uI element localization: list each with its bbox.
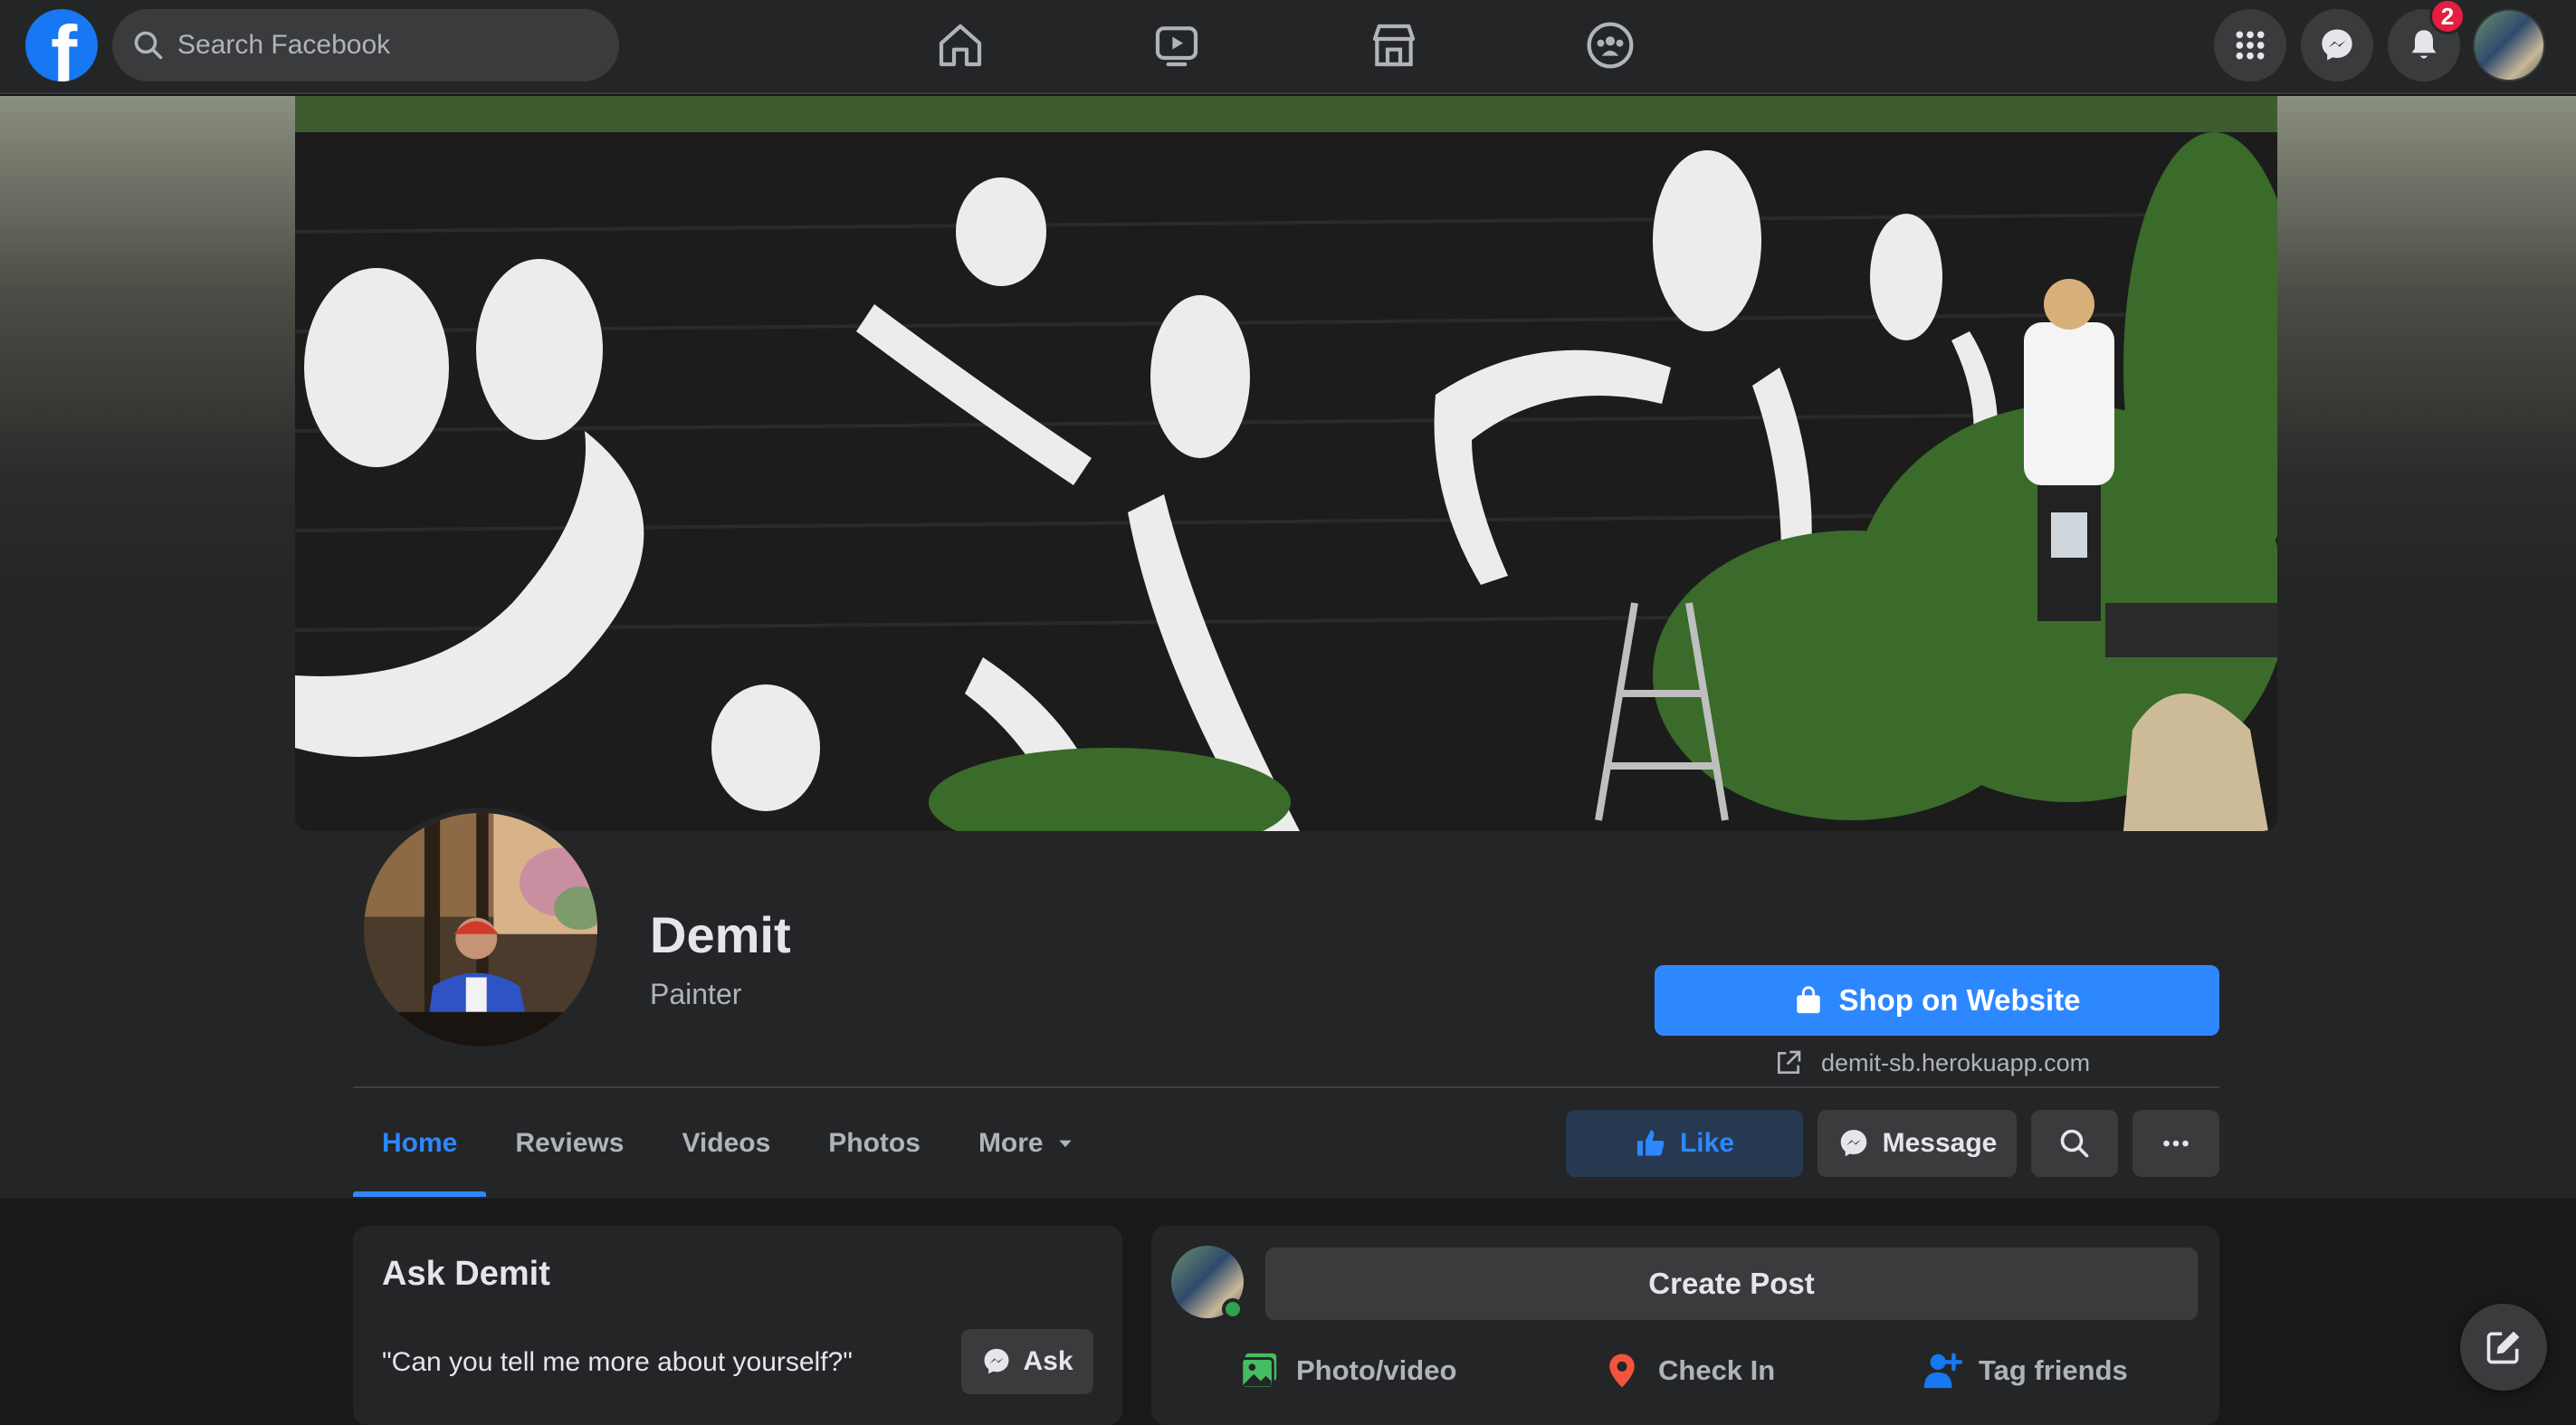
tab-label: Home: [382, 1128, 458, 1158]
account-avatar[interactable]: [2473, 9, 2545, 81]
thumbs-up-icon: [1636, 1130, 1665, 1156]
website-url: demit-sb.herokuapp.com: [1821, 1048, 2091, 1076]
tab-label: Photos: [828, 1128, 921, 1158]
like-button[interactable]: Like: [1566, 1110, 1803, 1177]
header-divider: [353, 1086, 2219, 1088]
tab-more[interactable]: More: [949, 1090, 1103, 1197]
menu-grid-icon: [2236, 31, 2265, 60]
tab-photos[interactable]: Photos: [799, 1090, 949, 1197]
notification-badge: 2: [2429, 0, 2466, 34]
search-icon: [2060, 1129, 2089, 1158]
page-category: Painter: [650, 978, 742, 1010]
tab-videos[interactable]: Videos: [653, 1090, 799, 1197]
notifications-button[interactable]: 2: [2388, 0, 2466, 81]
ask-card: Ask Demit "Can you tell me more about yo…: [353, 1226, 1122, 1425]
tag-friends-option[interactable]: Tag friends: [1921, 1344, 2128, 1398]
photo-video-option[interactable]: Photo/video: [1238, 1344, 1456, 1398]
photo-video-label: Photo/video: [1296, 1354, 1457, 1386]
notifications-icon: [2411, 30, 2437, 59]
page-title: Demit: [650, 906, 791, 963]
cover-photo[interactable]: [295, 96, 2277, 831]
shop-on-website-button[interactable]: Shop on Website: [1655, 965, 2219, 1036]
more-options-button[interactable]: [2132, 1110, 2219, 1177]
home-icon: [939, 24, 982, 67]
online-status-indicator: [1222, 1298, 1244, 1320]
profile-photo: [364, 813, 597, 1047]
profile-picture[interactable]: [358, 808, 603, 1052]
new-message-button[interactable]: [2460, 1304, 2547, 1391]
message-label: Message: [1882, 1128, 1998, 1158]
message-button[interactable]: Message: [1818, 1110, 2017, 1177]
shop-button-label: Shop on Website: [1838, 983, 2081, 1017]
caret-down-icon: [1058, 1140, 1072, 1148]
tab-label: Reviews: [515, 1128, 625, 1158]
search-bar[interactable]: [112, 9, 619, 81]
messenger-icon: [985, 1348, 1009, 1374]
marketplace-tab[interactable]: [1367, 18, 1421, 72]
tag-friends-icon: [1923, 1353, 1962, 1389]
shopping-bag-icon: [1797, 986, 1821, 1014]
groups-icon: [1587, 22, 1634, 69]
tab-label: Videos: [682, 1128, 771, 1158]
top-navigation-bar: f Search Facebook 2: [0, 0, 2576, 94]
facebook-logo-icon[interactable]: f: [25, 9, 98, 81]
website-link[interactable]: demit-sb.herokuapp.com: [1774, 1045, 2090, 1081]
external-link-icon: [1778, 1050, 1801, 1074]
search-icon: [134, 31, 163, 60]
messenger-icon: [1840, 1130, 1866, 1157]
watch-tab[interactable]: [1150, 18, 1204, 72]
check-in-option[interactable]: Check In: [1602, 1344, 1775, 1398]
tab-label: More: [978, 1128, 1044, 1158]
messenger-button[interactable]: [2301, 9, 2373, 81]
ask-card-title: Ask Demit: [382, 1255, 550, 1293]
check-in-label: Check In: [1658, 1354, 1776, 1386]
menu-button[interactable]: [2214, 9, 2286, 81]
tab-home[interactable]: Home: [353, 1090, 487, 1197]
search-input[interactable]: [177, 9, 603, 81]
groups-tab[interactable]: [1583, 18, 1637, 72]
create-post-card: Create Post Photo/video Check In Tag fri…: [1151, 1226, 2219, 1425]
watch-icon: [1155, 26, 1198, 67]
suggested-question: "Can you tell me more about yourself?": [382, 1347, 853, 1377]
tab-reviews[interactable]: Reviews: [486, 1090, 653, 1197]
tag-friends-label: Tag friends: [1979, 1354, 2128, 1386]
more-horizontal-icon: [2163, 1140, 2189, 1147]
messenger-icon: [2322, 29, 2352, 61]
mural-image: [295, 96, 2277, 831]
like-label: Like: [1679, 1128, 1735, 1158]
ask-button[interactable]: Ask: [961, 1329, 1093, 1394]
page-tabs: Home Reviews Videos Photos More: [353, 1090, 1103, 1197]
photo-icon: [1240, 1353, 1277, 1390]
location-pin-icon: [1609, 1353, 1635, 1388]
marketplace-icon: [1372, 24, 1416, 67]
home-tab[interactable]: [933, 18, 987, 72]
ask-button-label: Ask: [1023, 1346, 1073, 1376]
search-page-button[interactable]: [2031, 1110, 2118, 1177]
create-post-button[interactable]: Create Post: [1265, 1248, 2198, 1320]
compose-icon: [2486, 1331, 2520, 1364]
